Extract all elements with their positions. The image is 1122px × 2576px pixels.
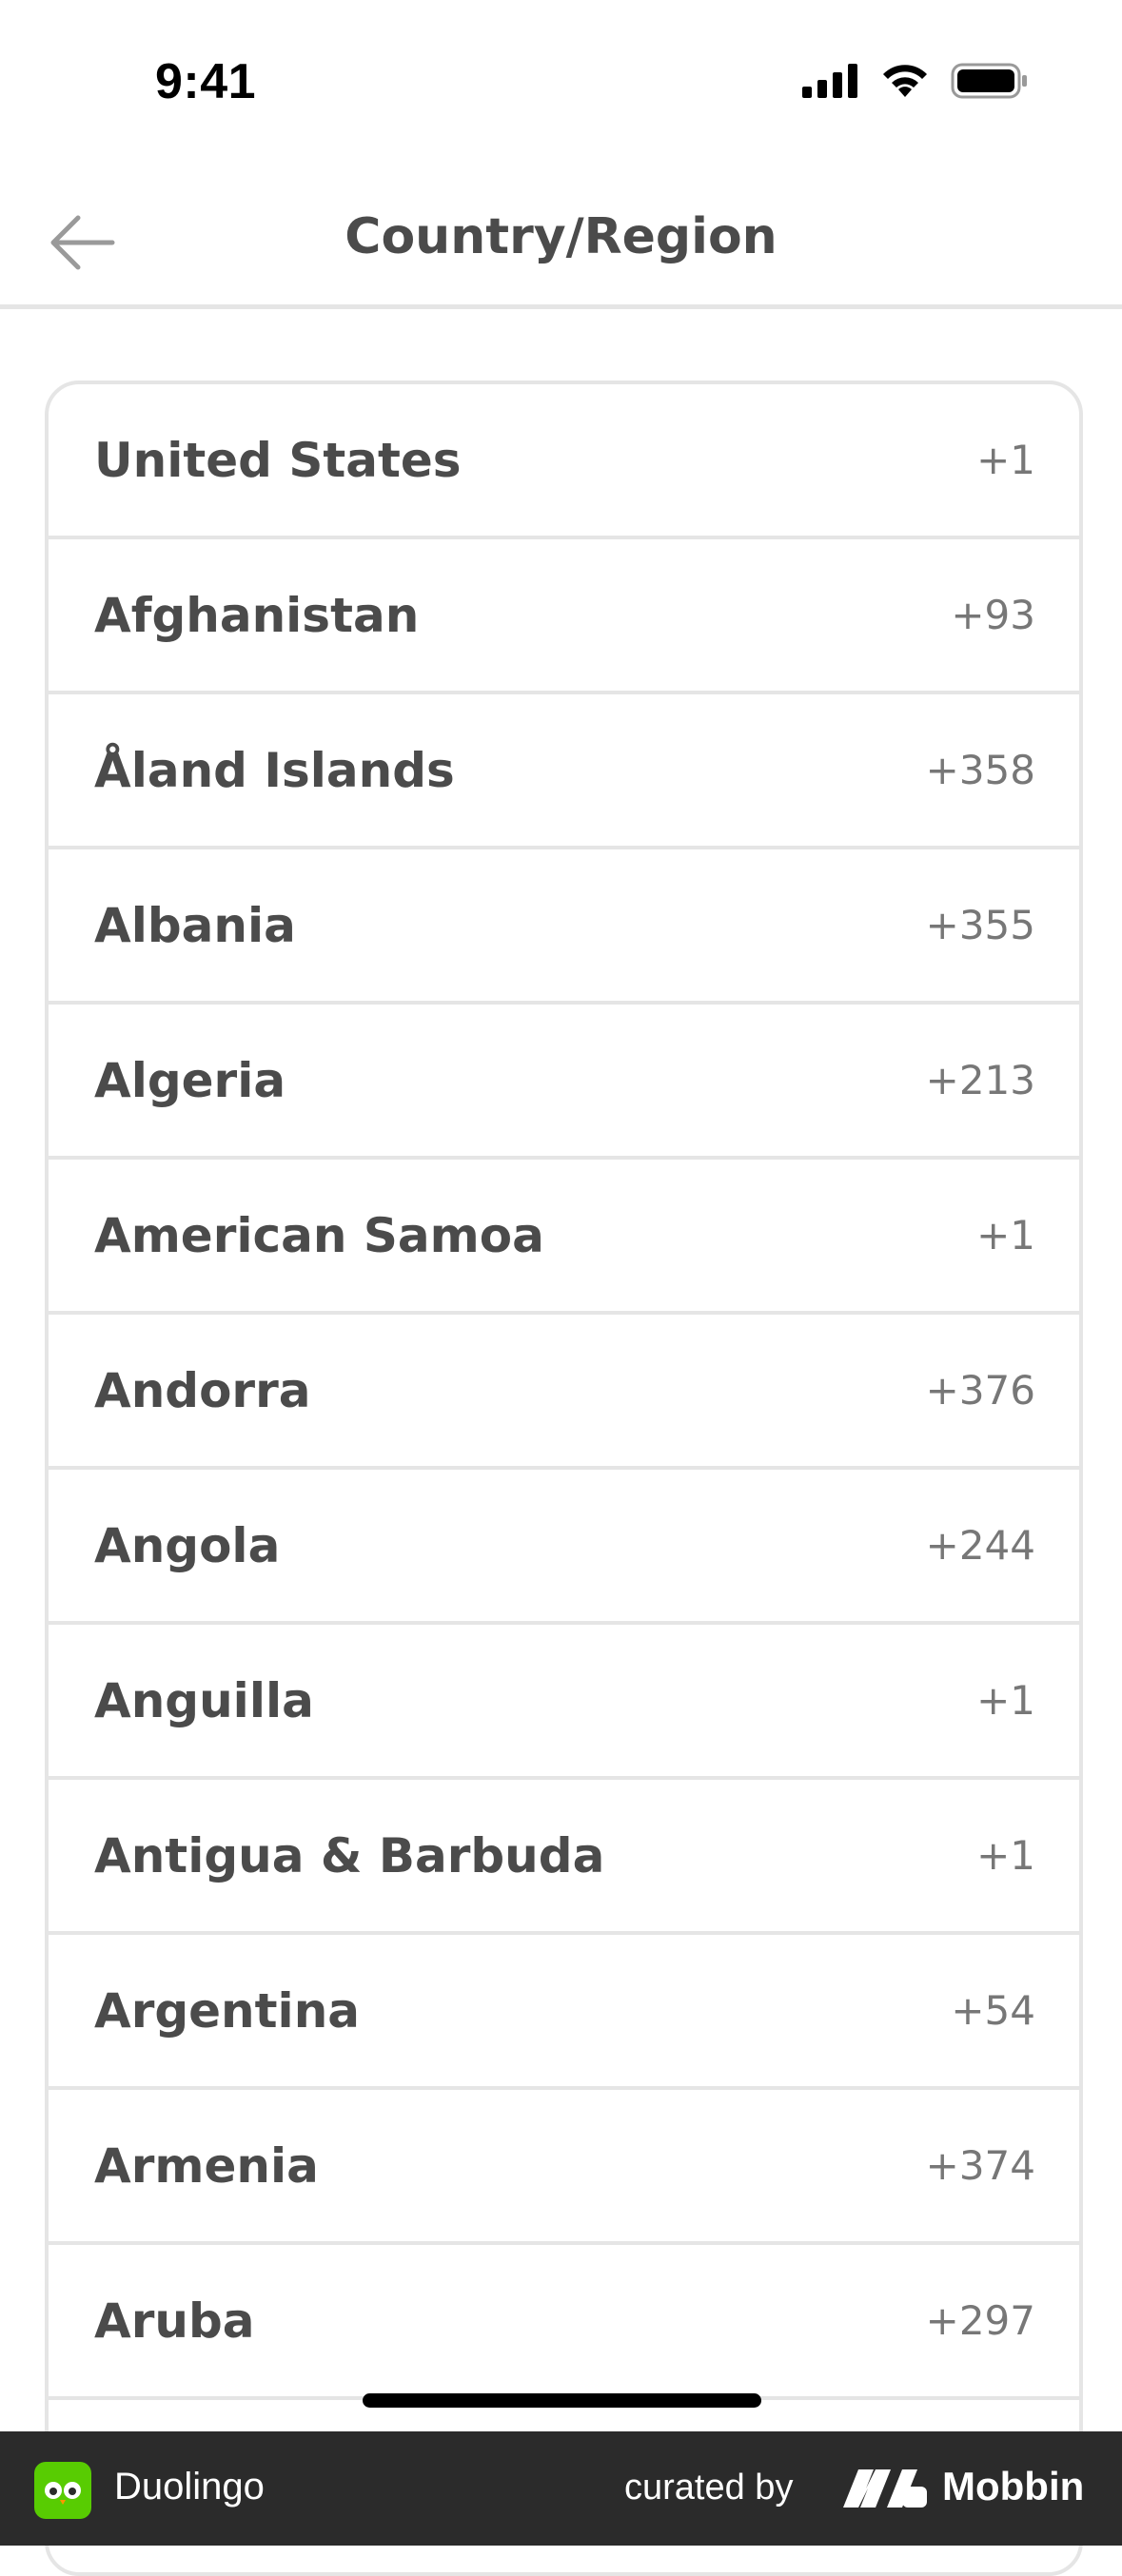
country-row-angola[interactable]: Angola +244 xyxy=(49,1470,1079,1625)
country-name: Argentina xyxy=(94,1982,361,2039)
duolingo-logo-icon xyxy=(34,2462,91,2519)
country-row-aland-islands[interactable]: Åland Islands +358 xyxy=(49,694,1079,849)
wifi-icon xyxy=(883,65,927,97)
country-row-anguilla[interactable]: Anguilla +1 xyxy=(49,1625,1079,1780)
country-name: Anguilla xyxy=(94,1672,314,1728)
header: Country/Region xyxy=(0,166,1122,309)
country-code: +358 xyxy=(925,747,1035,793)
country-code: +1 xyxy=(976,1212,1035,1259)
country-row-argentina[interactable]: Argentina +54 xyxy=(49,1935,1079,2090)
country-code: +297 xyxy=(925,2297,1035,2344)
footer-app-name: Duolingo xyxy=(114,2466,265,2508)
country-name: American Samoa xyxy=(94,1207,544,1263)
footer-curated-by: curated by xyxy=(624,2468,794,2508)
country-code: +1 xyxy=(976,1832,1035,1879)
country-name: Algeria xyxy=(94,1052,286,1108)
country-name: Andorra xyxy=(94,1362,311,1418)
country-row-afghanistan[interactable]: Afghanistan +93 xyxy=(49,539,1079,694)
country-name: Afghanistan xyxy=(94,587,420,643)
country-row-algeria[interactable]: Algeria +213 xyxy=(49,1005,1079,1160)
mobbin-logo-icon xyxy=(843,2469,927,2508)
country-code: +54 xyxy=(951,1987,1035,2034)
page-title: Country/Region xyxy=(344,208,778,265)
country-row-aruba[interactable]: Aruba +297 xyxy=(49,2245,1079,2400)
country-row-united-states[interactable]: United States +1 xyxy=(49,384,1079,539)
status-time: 9:41 xyxy=(155,54,257,109)
country-code: +93 xyxy=(951,592,1035,638)
country-row-american-samoa[interactable]: American Samoa +1 xyxy=(49,1160,1079,1315)
home-indicator xyxy=(363,2393,761,2408)
country-name: Armenia xyxy=(94,2137,319,2194)
status-icons xyxy=(802,63,1029,99)
country-list: United States +1 Afghanistan +93 Åland I… xyxy=(45,381,1083,2576)
country-code: +213 xyxy=(925,1057,1035,1103)
country-code: +355 xyxy=(925,902,1035,948)
country-name: Aruba xyxy=(94,2293,255,2349)
country-code: +244 xyxy=(925,1522,1035,1569)
country-name: Albania xyxy=(94,897,296,953)
country-row-albania[interactable]: Albania +355 xyxy=(49,849,1079,1005)
country-row-antigua-barbuda[interactable]: Antigua & Barbuda +1 xyxy=(49,1780,1079,1935)
country-row-andorra[interactable]: Andorra +376 xyxy=(49,1315,1079,1470)
country-code: +374 xyxy=(925,2142,1035,2189)
signal-icon xyxy=(802,64,857,98)
country-code: +376 xyxy=(925,1367,1035,1414)
footer-banner: Duolingo curated by Mobbin xyxy=(0,2431,1122,2546)
country-code: +1 xyxy=(976,1677,1035,1724)
country-name: Antigua & Barbuda xyxy=(94,1827,605,1883)
country-code: +1 xyxy=(976,437,1035,483)
country-name: Angola xyxy=(94,1517,281,1573)
status-bar: 9:41 xyxy=(0,0,1122,166)
country-name: Åland Islands xyxy=(94,742,455,798)
battery-icon xyxy=(951,63,1027,99)
country-name: United States xyxy=(94,432,462,488)
country-row-armenia[interactable]: Armenia +374 xyxy=(49,2090,1079,2245)
footer-brand: Mobbin xyxy=(942,2464,1085,2508)
